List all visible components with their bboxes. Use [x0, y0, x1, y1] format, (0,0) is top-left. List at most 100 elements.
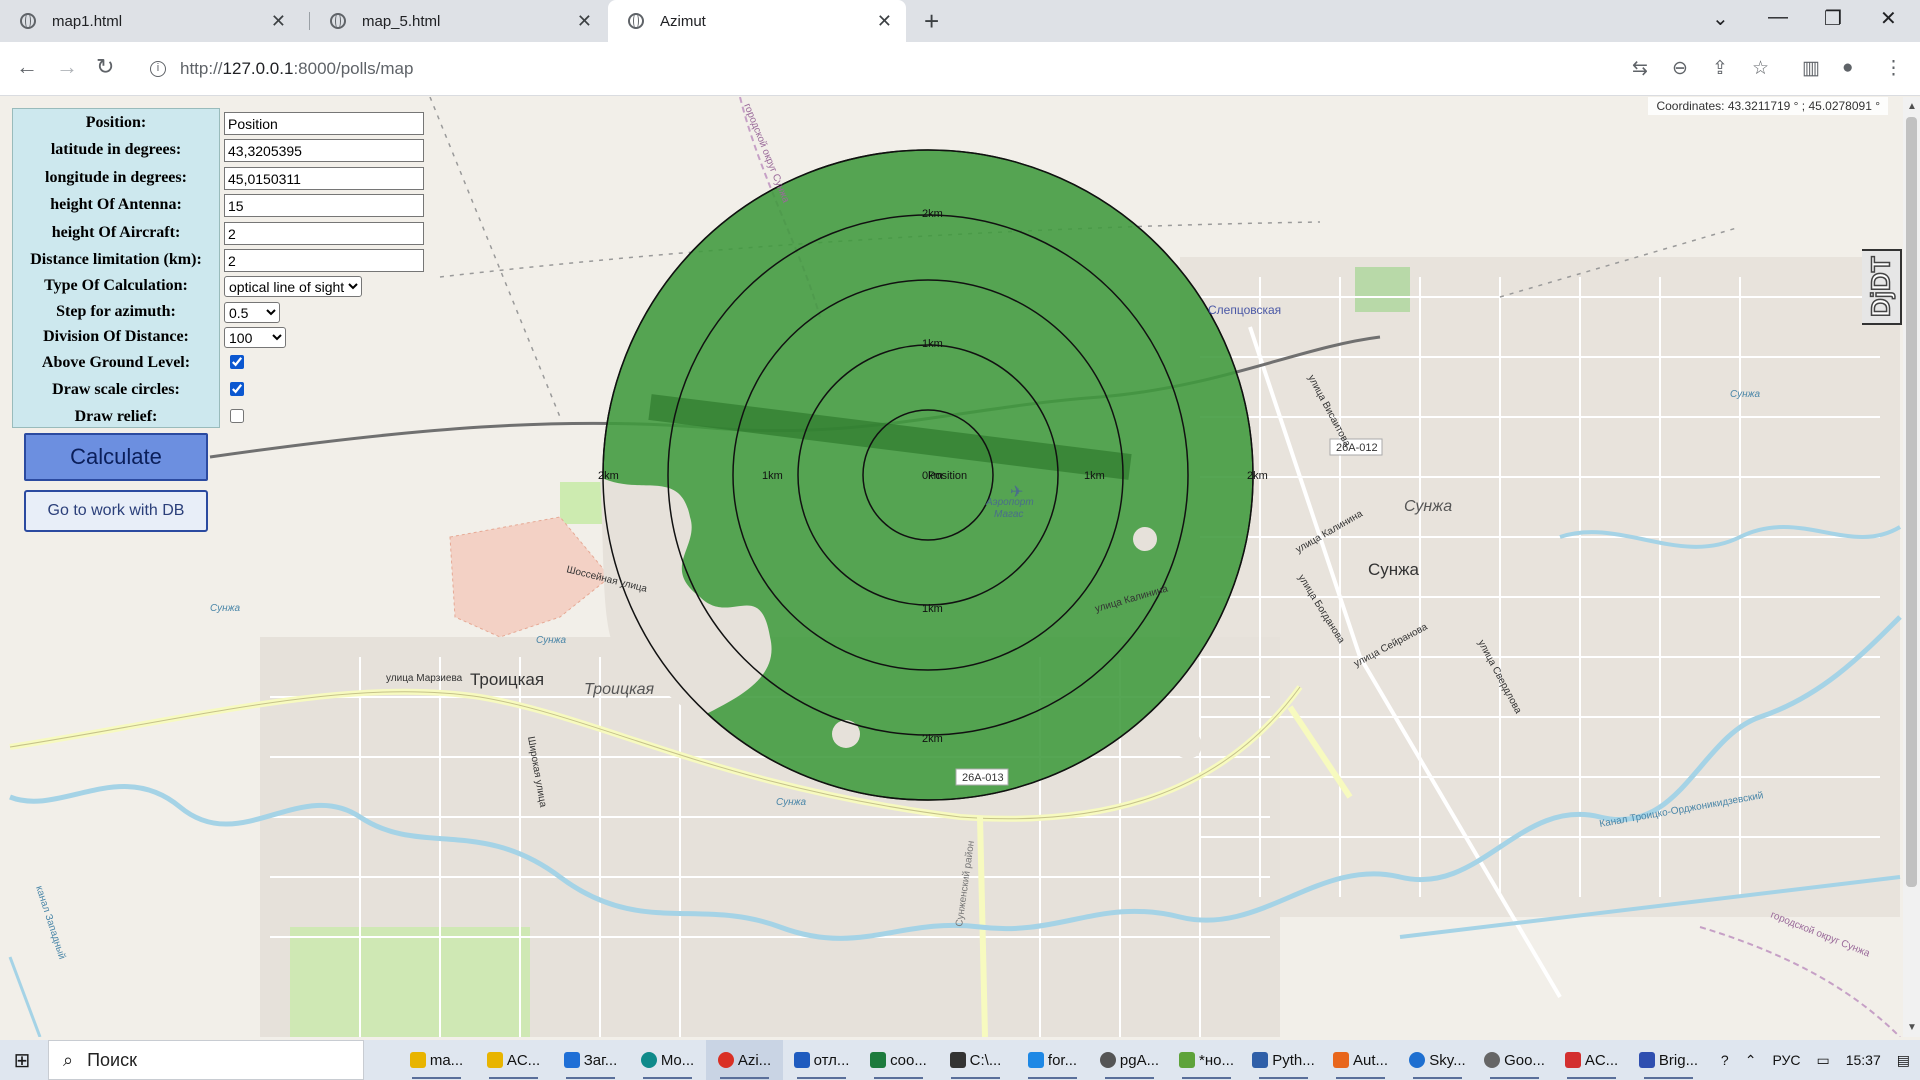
url-path: :8000/polls/map — [293, 59, 414, 78]
language-indicator[interactable]: РУС — [1772, 1052, 1800, 1068]
latitude-label: latitude in degrees: — [50, 141, 182, 158]
zoom-icon[interactable]: ⊖ — [1672, 57, 1688, 80]
row-division: Division Of Distance: 100 — [12, 326, 432, 350]
calc-type-label: Type Of Calculation: — [44, 277, 188, 294]
height-aircraft-label: height Of Aircraft: — [51, 224, 181, 241]
row-longitude: longitude in degrees: — [12, 167, 432, 191]
close-icon[interactable]: ✕ — [577, 11, 592, 32]
taskbar-app-excel[interactable]: coo... — [860, 1040, 937, 1080]
taskbar-app-edge[interactable]: Mo... — [629, 1040, 706, 1080]
go-to-db-button[interactable]: Go to work with DB — [24, 490, 208, 532]
taskbar-app-word[interactable]: отл... — [783, 1040, 860, 1080]
coordinates-readout: Coordinates: 43.3211719 ° ; 45.0278091 ° — [1648, 97, 1888, 115]
django-debug-toolbar-handle[interactable]: DjDT — [1862, 249, 1902, 325]
taskbar-search-box[interactable]: ⌕ Поиск — [48, 1040, 364, 1080]
azimuth-step-select[interactable]: 0.5 — [224, 302, 280, 323]
address-bar[interactable]: i http://127.0.0.1:8000/polls/map — [140, 49, 1630, 89]
maximize-icon[interactable]: ❐ — [1824, 6, 1842, 31]
share-icon[interactable]: ⇪ — [1712, 57, 1728, 80]
distance-limit-input[interactable] — [224, 249, 424, 272]
farmland-patch — [290, 927, 530, 1037]
taskbar-app-chrome[interactable]: Azi... — [706, 1040, 783, 1080]
label-river-1: Сунжа — [210, 603, 240, 614]
close-icon[interactable]: ✕ — [271, 11, 286, 32]
url-host: 127.0.0.1 — [222, 59, 294, 78]
scroll-down-icon[interactable]: ▼ — [1907, 1022, 1917, 1033]
division-select[interactable]: 100 — [224, 327, 286, 348]
help-icon[interactable]: ? — [1721, 1052, 1729, 1068]
distance-limit-label: Distance limitation (km): — [30, 251, 202, 268]
above-ground-checkbox[interactable] — [230, 355, 244, 369]
latitude-input[interactable] — [224, 139, 424, 162]
taskbar-app-vscode[interactable]: for... — [1014, 1040, 1091, 1080]
minimize-icon[interactable]: — — [1768, 6, 1788, 29]
forward-arrow-icon[interactable]: → — [56, 54, 78, 80]
label-airport-2: Магас — [994, 509, 1023, 520]
tab-azimut[interactable]: Azimut ✕ — [608, 0, 906, 42]
taskbar-app-autocad[interactable]: Aut... — [1322, 1040, 1399, 1080]
bookmark-star-icon[interactable]: ☆ — [1752, 57, 1769, 80]
tab-search-chevron-icon[interactable]: ⌄ — [1712, 6, 1729, 31]
position-input[interactable] — [224, 112, 424, 135]
tab-title: Azimut — [660, 12, 706, 30]
taskbar-app-notepad[interactable]: *но... — [1168, 1040, 1245, 1080]
globe-icon — [20, 13, 36, 29]
taskbar-app-cmd[interactable]: C:\... — [937, 1040, 1014, 1080]
google-earth-icon — [1484, 1052, 1501, 1068]
terminal-icon — [949, 1052, 966, 1068]
calculate-button[interactable]: Calculate — [24, 433, 208, 481]
height-antenna-input[interactable] — [224, 194, 424, 217]
back-arrow-icon[interactable]: ← — [16, 54, 38, 80]
translate-icon[interactable]: ⇆ — [1632, 57, 1648, 80]
folder-icon — [409, 1052, 426, 1068]
side-panel-icon[interactable]: ▥ — [1802, 57, 1820, 80]
reload-icon[interactable]: ↻ — [96, 54, 114, 80]
relief-checkbox[interactable] — [230, 409, 244, 423]
relief-label: Draw relief: — [74, 408, 158, 425]
close-icon[interactable]: ✕ — [877, 11, 892, 32]
taskbar-app-skype[interactable]: Sky... — [1399, 1040, 1476, 1080]
clock[interactable]: 15:37 — [1846, 1052, 1881, 1068]
tray-chevron-up-icon[interactable]: ⌃ — [1745, 1052, 1757, 1069]
window-close-icon[interactable]: ✕ — [1880, 6, 1897, 31]
height-aircraft-input[interactable] — [224, 222, 424, 245]
calc-type-select[interactable]: optical line of sight — [224, 276, 362, 297]
notifications-icon[interactable]: ▤ — [1897, 1052, 1910, 1069]
taskbar-app-downloads[interactable]: Заг... — [552, 1040, 629, 1080]
tab-map1[interactable]: map1.html ✕ — [0, 0, 300, 42]
taskbar-app-label: AC... — [506, 1051, 541, 1069]
battery-icon[interactable]: ▭ — [1816, 1052, 1829, 1069]
new-tab-plus-icon[interactable]: + — [924, 6, 939, 37]
page-scrollbar[interactable]: ▲ ▼ — [1903, 97, 1920, 1037]
menu-kebab-icon[interactable]: ⋮ — [1884, 57, 1903, 80]
taskbar-app-label: C:\... — [969, 1051, 1002, 1069]
longitude-input[interactable] — [224, 167, 424, 190]
scrollbar-thumb[interactable] — [1906, 117, 1917, 887]
taskbar-app-pgadmin[interactable]: pgA... — [1091, 1040, 1168, 1080]
vscode-icon — [1027, 1052, 1044, 1068]
row-height-aircraft: height Of Aircraft: — [12, 222, 432, 246]
label-river-3: Сунжа — [776, 797, 806, 808]
taskbar-app-dx[interactable]: AC... — [1553, 1040, 1630, 1080]
taskbar-app-google-earth[interactable]: Goo... — [1476, 1040, 1553, 1080]
pgadmin-icon — [1099, 1052, 1116, 1068]
scale-label-left-2km: 2km — [598, 470, 619, 482]
site-info-icon[interactable]: i — [150, 61, 166, 77]
profile-avatar-icon[interactable]: ● — [1842, 57, 1853, 79]
taskbar-app-explorer-1[interactable]: ma... — [398, 1040, 475, 1080]
taskbar-app-label: ma... — [429, 1051, 464, 1069]
tab-title: map_5.html — [362, 12, 441, 30]
taskbar-app-brig[interactable]: Brig... — [1630, 1040, 1707, 1080]
longitude-label: longitude in degrees: — [45, 169, 187, 186]
scale-circles-checkbox[interactable] — [230, 382, 244, 396]
scale-label-top-2km: 2km — [922, 208, 943, 220]
taskbar-app-label: Sky... — [1429, 1051, 1466, 1069]
word-icon — [793, 1052, 810, 1068]
coverage-gap-small-2 — [1174, 731, 1202, 759]
tab-map5[interactable]: map_5.html ✕ — [310, 0, 606, 42]
python-icon — [1252, 1052, 1269, 1068]
scroll-up-icon[interactable]: ▲ — [1907, 101, 1917, 112]
windows-start-icon[interactable]: ⊞ — [0, 1048, 44, 1073]
taskbar-app-explorer-2[interactable]: AC... — [475, 1040, 552, 1080]
taskbar-app-python[interactable]: Pyth... — [1245, 1040, 1322, 1080]
